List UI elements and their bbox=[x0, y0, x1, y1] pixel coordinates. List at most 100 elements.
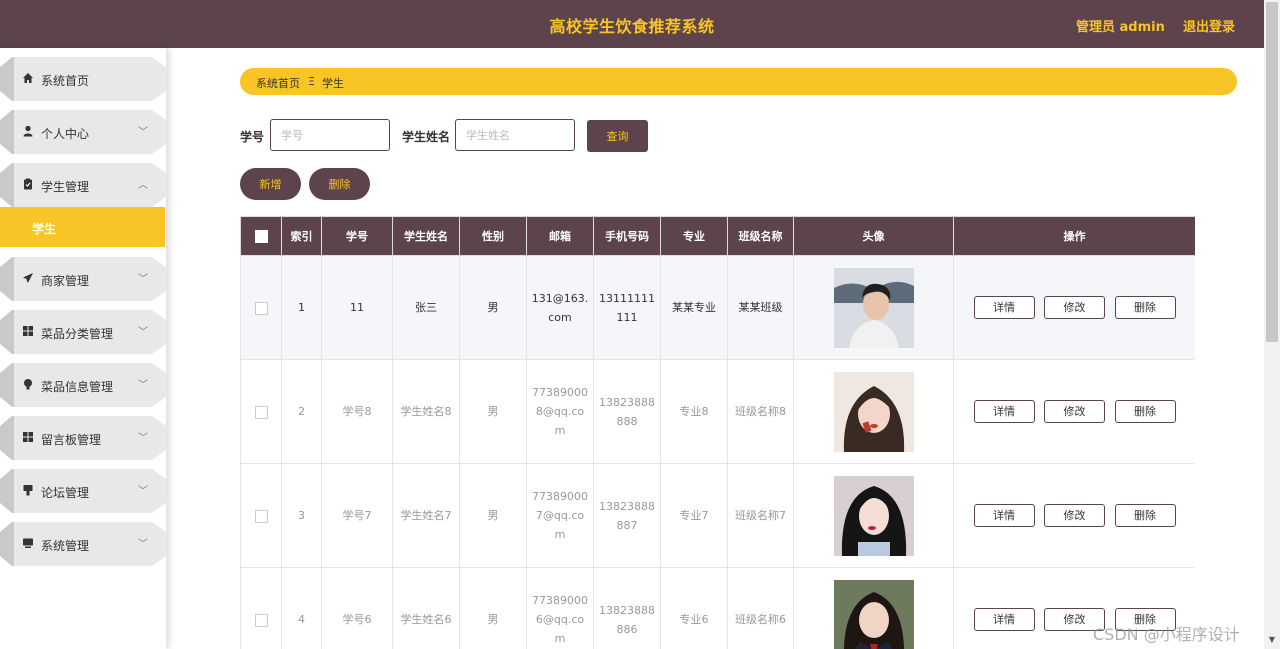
chevron-down-icon: ﹀ bbox=[138, 486, 148, 497]
sidebar-subitem-student[interactable]: 学生 bbox=[0, 207, 165, 247]
column-header: 索引 bbox=[281, 216, 322, 256]
cell-phone: 13823888887 bbox=[593, 463, 661, 568]
column-header: 头像 bbox=[793, 216, 954, 256]
sidebar-item-profile[interactable]: 个人中心 ﹀ bbox=[0, 110, 166, 154]
breadcrumb-home[interactable]: 系统首页 bbox=[256, 75, 300, 91]
cell-email: 773890007@qq.com bbox=[526, 463, 594, 568]
cell-email: 773890008@qq.com bbox=[526, 359, 594, 464]
cell-class: 班级名称7 bbox=[727, 463, 794, 568]
sidebar-item-label: 菜品信息管理 bbox=[41, 380, 114, 394]
row-checkbox[interactable] bbox=[254, 509, 268, 523]
query-button[interactable]: 查询 bbox=[587, 120, 648, 152]
column-header: 班级名称 bbox=[727, 216, 794, 256]
breadcrumb-current: 学生 bbox=[322, 77, 344, 90]
breadcrumb-separator: Ξ bbox=[308, 75, 315, 88]
column-header: 专业 bbox=[660, 216, 728, 256]
detail-button[interactable]: 详情 bbox=[973, 296, 1035, 319]
edit-button[interactable]: 修改 bbox=[1044, 296, 1105, 319]
avatar bbox=[833, 371, 914, 452]
cell-email: 131@163.com bbox=[526, 255, 594, 360]
sidebar-item-label: 个人中心 bbox=[41, 127, 90, 141]
sidebar-item-label: 论坛管理 bbox=[41, 486, 90, 500]
edit-button[interactable]: 修改 bbox=[1044, 400, 1105, 423]
watermark: CSDN @小程序设计 bbox=[1093, 625, 1240, 644]
cell-major: 专业7 bbox=[660, 463, 728, 568]
delete-button[interactable]: 删除 bbox=[1114, 504, 1176, 527]
sidebar-item-system[interactable]: 系统管理 ﹀ bbox=[0, 522, 166, 566]
add-button[interactable]: 新增 bbox=[240, 168, 301, 200]
cell-class: 班级名称8 bbox=[727, 359, 794, 464]
cell-email: 773890006@qq.com bbox=[526, 567, 594, 649]
sidebar-item-merchants[interactable]: 商家管理 ﹀ bbox=[0, 257, 166, 301]
bulb-icon bbox=[22, 378, 34, 390]
cell-major: 专业8 bbox=[660, 359, 728, 464]
breadcrumb: 系统首页 Ξ 学生 bbox=[240, 68, 1237, 95]
avatar bbox=[833, 579, 914, 649]
table-row: 2 学号8 学生姓名8 男 773890008@qq.com 138238888… bbox=[240, 359, 1195, 464]
logout-link[interactable]: 退出登录 bbox=[1183, 16, 1235, 35]
cell-student-id: 学号6 bbox=[321, 567, 393, 649]
avatar bbox=[833, 267, 914, 348]
cell-student-id: 学号8 bbox=[321, 359, 393, 464]
edit-button[interactable]: 修改 bbox=[1044, 504, 1105, 527]
batch-delete-button[interactable]: 删除 bbox=[309, 168, 370, 200]
send-icon bbox=[22, 272, 34, 284]
monitor-icon bbox=[22, 537, 34, 549]
delete-button[interactable]: 删除 bbox=[1114, 296, 1176, 319]
scrollbar-thumb[interactable] bbox=[1266, 2, 1278, 342]
sidebar-item-dish-info[interactable]: 菜品信息管理 ﹀ bbox=[0, 363, 166, 407]
student-table: 索引 学号 学生姓名 性别 邮箱 手机号码 专业 班级名称 头像 操作 1 11… bbox=[240, 216, 1195, 649]
cell-name: 学生姓名7 bbox=[392, 463, 460, 568]
sidebar-item-label: 商家管理 bbox=[41, 274, 90, 288]
sidebar-item-dish-categories[interactable]: 菜品分类管理 ﹀ bbox=[0, 310, 166, 354]
cell-major: 专业6 bbox=[660, 567, 728, 649]
cell-name: 张三 bbox=[392, 255, 460, 360]
column-header: 手机号码 bbox=[593, 216, 661, 256]
table-row: 4 学号6 学生姓名6 男 773890006@qq.com 138238888… bbox=[240, 567, 1195, 649]
home-icon bbox=[22, 72, 34, 84]
chevron-down-icon: ﹀ bbox=[138, 433, 148, 444]
cell-name: 学生姓名6 bbox=[392, 567, 460, 649]
row-checkbox[interactable] bbox=[254, 301, 268, 315]
sidebar-item-label: 菜品分类管理 bbox=[41, 327, 114, 341]
cell-major: 某某专业 bbox=[660, 255, 728, 360]
cell-class: 班级名称6 bbox=[727, 567, 794, 649]
column-header: 邮箱 bbox=[526, 216, 594, 256]
chevron-up-icon: ︿ bbox=[138, 180, 148, 191]
cell-gender: 男 bbox=[459, 359, 527, 464]
cell-index: 3 bbox=[281, 463, 322, 568]
sidebar-item-forum[interactable]: 论坛管理 ﹀ bbox=[0, 469, 166, 513]
student-name-input[interactable] bbox=[455, 119, 575, 151]
detail-button[interactable]: 详情 bbox=[973, 608, 1035, 631]
avatar bbox=[833, 475, 914, 556]
sidebar: 系统首页 个人中心 ﹀ 学生管理 ︿ 学生 商家管理 ﹀ 菜品分类管理 ﹀ 菜品… bbox=[0, 48, 166, 649]
cell-phone: 13823888888 bbox=[593, 359, 661, 464]
cell-class: 某某班级 bbox=[727, 255, 794, 360]
delete-button[interactable]: 删除 bbox=[1114, 400, 1176, 423]
student-name-label: 学生姓名 bbox=[402, 130, 451, 144]
select-all-checkbox[interactable] bbox=[254, 229, 268, 243]
cell-phone: 13823888886 bbox=[593, 567, 661, 649]
cell-student-id: 11 bbox=[321, 255, 393, 360]
detail-button[interactable]: 详情 bbox=[973, 504, 1035, 527]
student-id-input[interactable] bbox=[270, 119, 390, 151]
chevron-down-icon: ﹀ bbox=[138, 539, 148, 550]
detail-button[interactable]: 详情 bbox=[973, 400, 1035, 423]
cell-name: 学生姓名8 bbox=[392, 359, 460, 464]
sidebar-item-home[interactable]: 系统首页 bbox=[0, 57, 166, 101]
cell-index: 4 bbox=[281, 567, 322, 649]
clipboard-icon bbox=[22, 178, 34, 190]
row-checkbox[interactable] bbox=[254, 613, 268, 627]
grid-icon bbox=[22, 431, 34, 443]
scroll-down-arrow-icon[interactable]: ▼ bbox=[1266, 634, 1278, 646]
cell-index: 1 bbox=[281, 255, 322, 360]
select-all-header[interactable] bbox=[240, 216, 282, 256]
cell-gender: 男 bbox=[459, 255, 527, 360]
table-row: 3 学号7 学生姓名7 男 773890007@qq.com 138238888… bbox=[240, 463, 1195, 568]
sidebar-item-students[interactable]: 学生管理 ︿ bbox=[0, 163, 166, 207]
sidebar-item-message-board[interactable]: 留言板管理 ﹀ bbox=[0, 416, 166, 460]
row-checkbox[interactable] bbox=[254, 405, 268, 419]
chevron-down-icon: ﹀ bbox=[138, 127, 148, 138]
column-header: 操作 bbox=[953, 216, 1195, 256]
app-title: 高校学生饮食推荐系统 bbox=[549, 17, 715, 36]
